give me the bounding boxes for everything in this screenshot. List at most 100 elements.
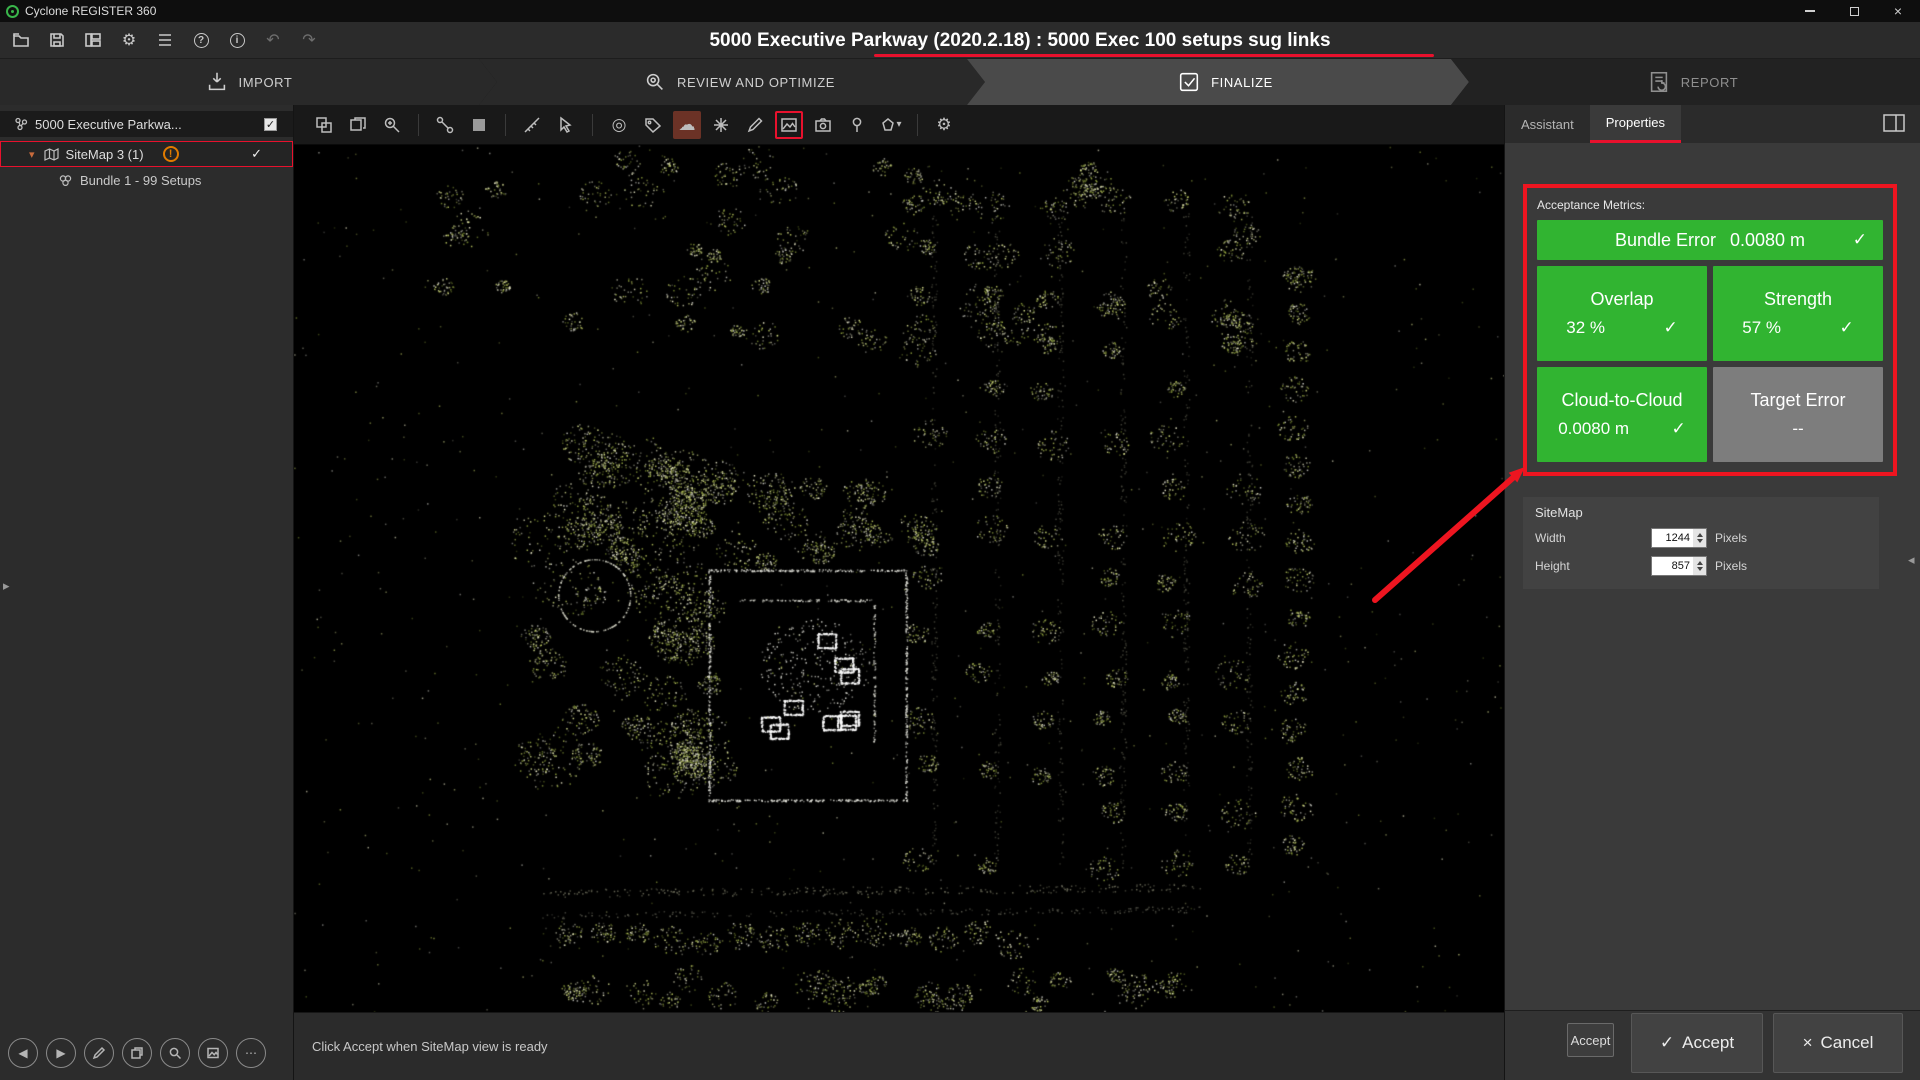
stepper-up-icon[interactable] [1697, 533, 1703, 537]
tab-finalize[interactable]: FINALIZE [967, 59, 1469, 105]
maximize-button[interactable] [1832, 0, 1876, 22]
camera-tool[interactable] [809, 111, 837, 139]
titlebar: Cyclone REGISTER 360 × [0, 0, 1920, 22]
height-label: Height [1535, 559, 1651, 573]
duplicate-button[interactable] [122, 1038, 152, 1068]
project-icon [14, 117, 28, 131]
tree-item-bundle-label: Bundle 1 - 99 Setups [80, 173, 201, 188]
tab-report[interactable]: REPORT [1451, 59, 1920, 105]
tab-review-and-optimize[interactable]: REVIEW AND OPTIMIZE [479, 59, 985, 105]
cloud-to-cloud-tile: Cloud-to-Cloud 0.0080 m ✓ [1537, 367, 1707, 462]
maximize-icon [1850, 7, 1859, 16]
link-settings-tool[interactable]: ⚙ [930, 111, 958, 139]
cancel-button[interactable]: × Cancel [1773, 1013, 1903, 1073]
target-tool[interactable]: ◎ [605, 111, 633, 139]
bundle-error-value: 0.0080 m [1730, 230, 1805, 251]
tab-report-label: REPORT [1681, 75, 1739, 90]
minimize-icon [1805, 10, 1815, 12]
target-error-value: -- [1792, 419, 1803, 439]
burst-icon [711, 115, 731, 135]
review-icon [643, 70, 667, 94]
strength-label: Strength [1764, 289, 1832, 310]
help-button[interactable]: ? [186, 26, 216, 54]
save-project-button[interactable] [42, 26, 72, 54]
app-title: Cyclone REGISTER 360 [25, 4, 156, 18]
play-icon: ▶ [56, 1046, 65, 1060]
panel-tabs: Assistant Properties [1505, 105, 1920, 143]
point-cloud-tool[interactable]: ☁ [673, 111, 701, 139]
width-stepper[interactable] [1693, 529, 1706, 547]
viewer-nav-controls: ◀ ▶ ⋯ [8, 1038, 266, 1068]
left-panel-collapse-handle[interactable]: ▸ [3, 578, 10, 594]
stepper-down-icon[interactable] [1697, 567, 1703, 571]
tab-properties[interactable]: Properties [1590, 105, 1681, 143]
camera-icon [813, 115, 833, 135]
info-button[interactable]: i [222, 26, 252, 54]
more-button[interactable]: ⋯ [236, 1038, 266, 1068]
sync-views-tool[interactable] [310, 111, 338, 139]
tab-import-label: IMPORT [239, 75, 293, 90]
undo-button[interactable]: ↶ [258, 26, 288, 54]
accept-button[interactable]: ✓ Accept [1631, 1013, 1763, 1073]
check-icon: ✓ [1660, 1033, 1674, 1053]
check-icon: ✓ [1672, 419, 1686, 439]
tag-tool[interactable] [639, 111, 667, 139]
tree-item-bundle[interactable]: Bundle 1 - 99 Setups [0, 167, 293, 193]
burst-tool[interactable] [707, 111, 735, 139]
height-stepper[interactable] [1693, 557, 1706, 575]
workflow-tabbar: IMPORT REVIEW AND OPTIMIZE FINALIZE REPO… [0, 59, 1920, 105]
undo-icon: ↶ [266, 30, 279, 50]
frame-image-icon [779, 115, 799, 135]
tree-item-project[interactable]: 5000 Executive Parkwa... ✓ [0, 111, 293, 137]
tab-import[interactable]: IMPORT [0, 59, 497, 105]
accept-small-button[interactable]: Accept [1567, 1023, 1614, 1057]
log-button[interactable] [150, 26, 180, 54]
snapshot-button[interactable] [198, 1038, 228, 1068]
edit-button[interactable] [84, 1038, 114, 1068]
settings-button[interactable]: ⚙ [114, 26, 144, 54]
redo-button[interactable]: ↷ [294, 26, 324, 54]
pin-tool[interactable] [843, 111, 871, 139]
viewport-status-bar: Click Accept when SiteMap view is ready [294, 1012, 1504, 1080]
nav-play-button[interactable]: ▶ [46, 1038, 76, 1068]
info-icon: i [230, 33, 245, 48]
help-icon: ? [194, 33, 209, 48]
zoom-button[interactable] [160, 1038, 190, 1068]
panes-icon [84, 31, 102, 49]
cursor-icon [556, 115, 576, 135]
right-panel-collapse-handle[interactable]: ◂ [1908, 552, 1915, 568]
shapes-dropdown[interactable]: ▾ [877, 111, 905, 139]
open-project-button[interactable] [6, 26, 36, 54]
annotate-tool[interactable] [741, 111, 769, 139]
expander-icon[interactable]: ▾ [29, 148, 35, 161]
bundle-icon [58, 174, 73, 187]
chevron-down-icon: ▾ [896, 119, 901, 130]
tree-item-sitemap[interactable]: ▾ SiteMap 3 (1) ! ✓ [0, 141, 293, 167]
stepper-down-icon[interactable] [1697, 539, 1703, 543]
close-button[interactable]: × [1876, 0, 1920, 22]
cloud-to-cloud-value: 0.0080 m [1558, 419, 1629, 439]
layout-toggle-button[interactable] [1882, 112, 1906, 139]
pointcloud-viewport[interactable] [294, 145, 1504, 1012]
stepper-up-icon[interactable] [1697, 561, 1703, 565]
width-unit: Pixels [1715, 531, 1747, 545]
image-tile-tool[interactable] [465, 111, 493, 139]
sitemap-image-tool[interactable] [775, 111, 803, 139]
clone-view-tool[interactable] [344, 111, 372, 139]
bundle-error-label: Bundle Error [1615, 230, 1716, 251]
tree-item-sitemap-label: SiteMap 3 (1) [66, 147, 144, 162]
main-toolbar: ⚙ ? i ↶ ↷ 5000 Executive Parkway (2020.2… [0, 22, 1920, 59]
zoom-window-tool[interactable] [378, 111, 406, 139]
sitemap-check-icon[interactable]: ✓ [251, 146, 262, 162]
height-unit: Pixels [1715, 559, 1747, 573]
panes-button[interactable] [78, 26, 108, 54]
project-checkbox[interactable]: ✓ [264, 118, 277, 131]
ellipsis-icon: ⋯ [245, 1046, 257, 1060]
nav-back-button[interactable]: ◀ [8, 1038, 38, 1068]
link-tool[interactable] [431, 111, 459, 139]
tab-assistant[interactable]: Assistant [1505, 105, 1590, 143]
pick-tool[interactable] [552, 111, 580, 139]
accept-button-label: Accept [1682, 1033, 1734, 1053]
measure-tool[interactable] [518, 111, 546, 139]
minimize-button[interactable] [1788, 0, 1832, 22]
